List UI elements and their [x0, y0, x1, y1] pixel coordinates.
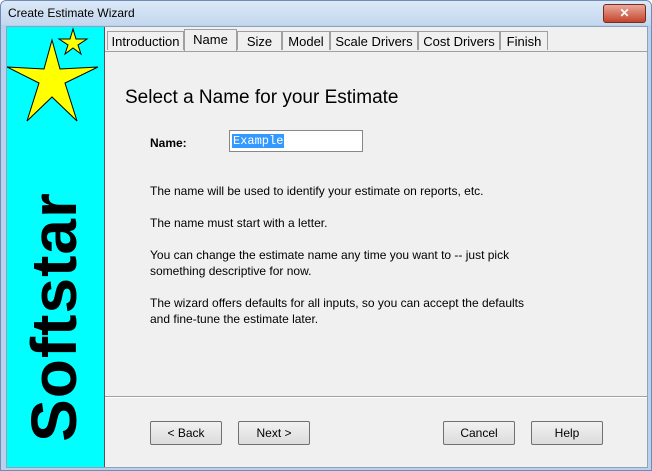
next-button[interactable]: Next > [238, 421, 310, 445]
tab-scale-drivers[interactable]: Scale Drivers [330, 31, 418, 50]
tab-name[interactable]: Name [184, 29, 237, 51]
tab-finish[interactable]: Finish [500, 31, 548, 50]
wizard-client-area: Softstar Introduction Name Size Model Sc… [6, 26, 648, 468]
tab-divider [105, 51, 647, 52]
info-paragraph: You can change the estimate name any tim… [150, 248, 510, 278]
info-paragraph: The wizard offers defaults for all input… [150, 296, 524, 326]
footer-separator [105, 396, 647, 398]
small-star-icon [57, 27, 89, 56]
info-paragraph: The name must start with a letter. [150, 216, 328, 230]
tab-cost-drivers[interactable]: Cost Drivers [418, 31, 500, 50]
close-button[interactable]: ✕ [603, 4, 646, 23]
tab-size[interactable]: Size [237, 31, 282, 50]
tab-introduction[interactable]: Introduction [107, 31, 184, 50]
brand-sidebar: Softstar [7, 27, 105, 467]
star-logo-icon [7, 27, 99, 122]
cancel-button[interactable]: Cancel [443, 421, 515, 445]
name-label: Name: [150, 136, 187, 150]
title-bar[interactable]: Create Estimate Wizard ✕ [1, 1, 651, 25]
estimate-name-input[interactable]: Example [229, 130, 363, 152]
estimate-name-value: Example [232, 134, 285, 148]
window-title: Create Estimate Wizard [8, 6, 135, 20]
wizard-window: Create Estimate Wizard ✕ Softstar Introd… [0, 0, 652, 471]
page-heading: Select a Name for your Estimate [125, 87, 399, 108]
large-star-icon [7, 38, 99, 122]
tab-model[interactable]: Model [282, 31, 330, 50]
info-paragraph: The name will be used to identify your e… [150, 184, 484, 198]
brand-logo-text: Softstar [18, 192, 90, 442]
back-button[interactable]: < Back [150, 421, 222, 445]
help-button[interactable]: Help [531, 421, 603, 445]
